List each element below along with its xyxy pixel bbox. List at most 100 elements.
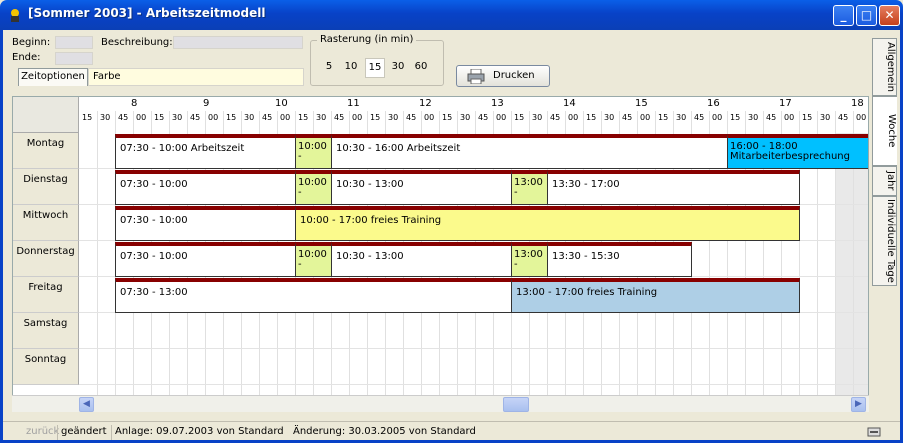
raster-option-15[interactable]: 15 [365,58,385,78]
event-block[interactable]: 10:30 - 13:00 [331,170,512,205]
event-block[interactable]: 13:00- [511,170,548,205]
minute-label: 30 [820,113,831,122]
event-label: 13:00 [514,177,543,188]
side-tab-jahr[interactable]: Jahr [872,166,897,196]
side-tab-individuelle-tage[interactable]: Individuelle Tage [872,196,897,286]
minute-label: 00 [136,113,147,122]
app-icon [11,9,19,22]
day-label-freitag: Freitag [13,277,79,313]
event-label: 07:30 - 10:00 [120,179,188,190]
off-hours-area [835,133,868,411]
event-block[interactable]: 10:30 - 16:00 Arbeitszeit [331,134,728,169]
minute-label: 30 [748,113,759,122]
minute-label: 15 [370,113,381,122]
event-block[interactable]: 10:00- [295,170,332,205]
minute-label: 45 [118,113,129,122]
minute-label: 30 [604,113,615,122]
event-sub-label: - [514,259,518,270]
event-block[interactable]: 10:00- [295,242,332,277]
minute-label: 00 [424,113,435,122]
side-tab-allgemein[interactable]: Allgemein [872,38,897,96]
raster-option-10[interactable]: 10 [341,61,361,72]
print-label: Drucken [493,70,535,81]
day-label-montag: Montag [13,133,79,169]
minute-label: 45 [406,113,417,122]
raster-option-60[interactable]: 60 [411,61,431,72]
minute-label: 30 [532,113,543,122]
day-label-mittwoch: Mittwoch [13,205,79,241]
minute-label: 15 [730,113,741,122]
hour-label: 16 [707,98,720,109]
hour-label: 8 [131,98,138,109]
row-line [79,384,868,385]
event-block[interactable]: 07:30 - 10:00 Arbeitszeit [115,134,296,169]
minute-label: 00 [784,113,795,122]
side-tabs: Allgemein Woche Jahr Individuelle Tage [872,32,897,421]
grid-line [97,111,98,411]
event-block[interactable]: 07:30 - 10:00 [115,206,296,241]
beschreibung-field[interactable] [173,36,303,49]
event-block[interactable]: 13:30 - 15:30 [547,242,692,277]
close-button[interactable]: ✕ [879,5,900,26]
event-block[interactable]: 07:30 - 10:00 [115,242,296,277]
event-label: 07:30 - 10:00 [120,215,188,226]
minute-label: 00 [496,113,507,122]
minute-label: 00 [280,113,291,122]
hour-label: 11 [347,98,360,109]
minute-label: 15 [154,113,165,122]
minute-label: 30 [676,113,687,122]
event-block[interactable]: 10:30 - 13:00 [331,242,512,277]
week-grid[interactable]: 15 30 45 00 15 30 45 00 15 30 45 00 15 30 45 00 15 30 45 00… [12,96,869,412]
day-label-donnerstag: Donnerstag [13,241,79,277]
beginn-field[interactable] [55,36,93,49]
minute-label: 30 [460,113,471,122]
horizontal-scrollbar[interactable]: ◀ ▶ [12,395,869,412]
status-created: Anlage: 09.07.2003 von Standard [111,425,287,440]
grid-corner [13,97,79,133]
event-label: 07:30 - 10:00 [120,251,188,262]
print-button[interactable]: Drucken [456,65,550,87]
minute-label: 45 [334,113,345,122]
minute-label: 15 [298,113,309,122]
tab-zeitoptionen[interactable]: Zeitoptionen [18,68,88,86]
farbe-field[interactable]: Farbe [88,68,304,86]
maximize-button[interactable]: □ [856,5,877,26]
beginn-label: Beginn: [12,37,51,48]
minimize-button[interactable]: _ [833,5,854,26]
minute-label: 15 [586,113,597,122]
event-label: 10:30 - 13:00 [336,251,404,262]
minute-label: 45 [694,113,705,122]
event-block[interactable]: 13:30 - 17:00 [547,170,800,205]
minute-label: 30 [388,113,399,122]
minute-label: 15 [514,113,525,122]
scroll-left-icon[interactable]: ◀ [79,397,94,412]
hour-label: 14 [563,98,576,109]
event-sub-label: Mitarbeiterbesprechung [730,151,850,162]
raster-option-5[interactable]: 5 [319,61,339,72]
hour-label: 13 [491,98,504,109]
event-label: 13:00 [514,249,543,260]
hour-label: 10 [275,98,288,109]
minute-label: 15 [82,113,93,122]
ende-field[interactable] [55,52,93,65]
event-block[interactable]: 10:00- [295,134,332,169]
event-block[interactable]: 16:00 - 18:00 Mitarbeiterbesprechung [727,134,868,169]
printer-icon [467,69,485,84]
hour-label: 17 [779,98,792,109]
raster-option-30[interactable]: 30 [388,61,408,72]
event-label: 13:00 - 17:00 freies Training [516,287,658,298]
hour-label: 18 [851,98,864,109]
event-label: 07:30 - 13:00 [120,287,188,298]
scroll-right-icon[interactable]: ▶ [851,397,866,412]
event-label: 10:00 [298,177,327,188]
hour-label: 15 [635,98,648,109]
event-block[interactable]: 07:30 - 13:00 [115,278,512,313]
event-block[interactable]: 07:30 - 10:00 [115,170,296,205]
side-tab-woche[interactable]: Woche [872,96,897,166]
event-block[interactable]: 10:00 - 17:00 freies Training [295,206,800,241]
rasterung-group: Rasterung (in min) 5 10 15 30 60 [310,34,444,86]
event-block[interactable]: 13:00 - 17:00 freies Training [511,278,800,313]
minute-label: 30 [316,113,327,122]
scroll-thumb[interactable] [503,397,529,412]
event-block[interactable]: 13:00- [511,242,548,277]
